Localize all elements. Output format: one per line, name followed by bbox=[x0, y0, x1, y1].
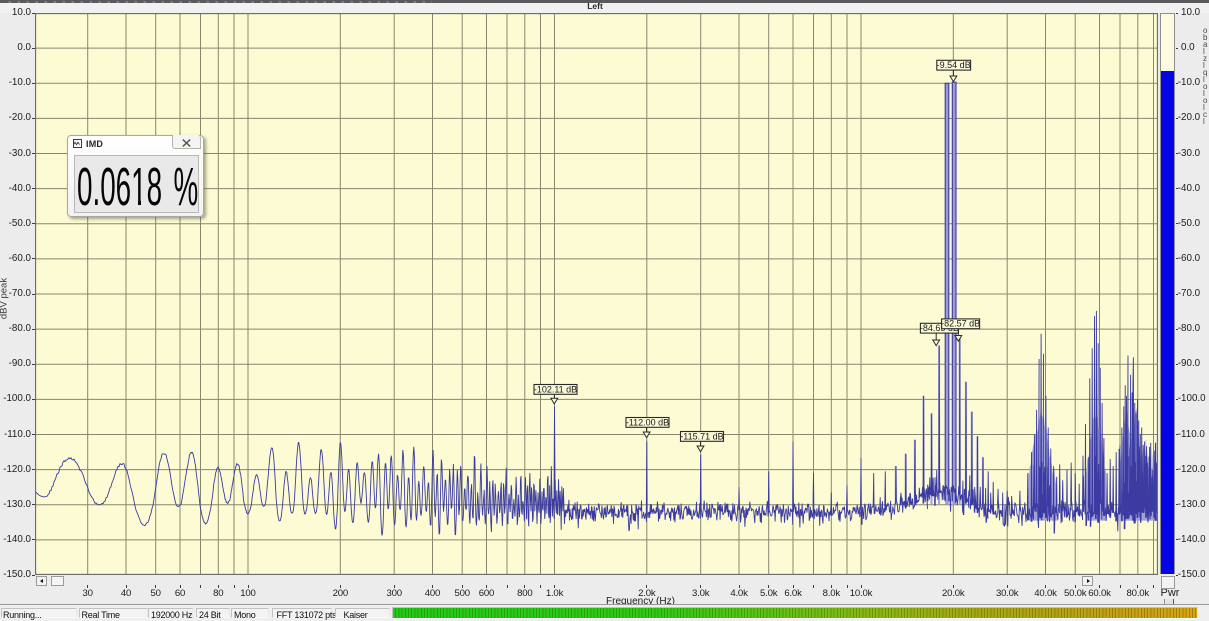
svg-text:-102.11 dB: -102.11 dB bbox=[534, 384, 577, 394]
svg-text:-115.71 dB: -115.71 dB bbox=[680, 431, 723, 441]
svg-text:-112.00 dB: -112.00 dB bbox=[626, 417, 669, 427]
svg-text:-9.54 dB: -9.54 dB bbox=[937, 60, 971, 70]
svg-text:-82.57 dB: -82.57 dB bbox=[941, 319, 980, 329]
